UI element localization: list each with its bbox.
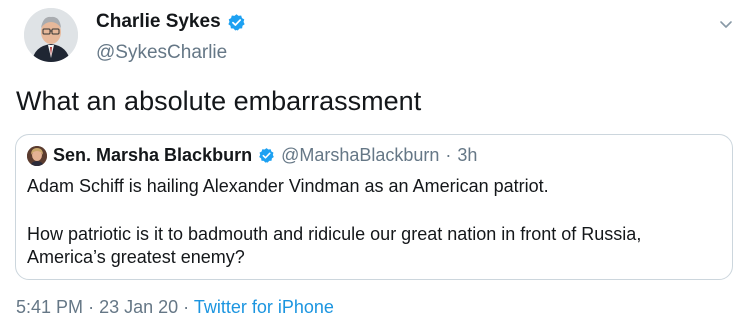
author-handle[interactable]: @SykesCharlie [96, 42, 227, 64]
author-avatar[interactable] [24, 8, 78, 62]
tweet-text: What an absolute embarrassment [16, 86, 422, 116]
tweet-metadata: 5:41 PM · 23 Jan 20 · Twitter for iPhone [16, 297, 334, 318]
tweet-time[interactable]: 5:41 PM [16, 297, 83, 317]
separator-dot: · [183, 297, 190, 317]
quoted-tweet-text-line: America’s greatest enemy? [27, 247, 245, 267]
verified-badge-icon [258, 147, 275, 164]
quoted-tweet[interactable]: Sen. Marsha Blackburn @MarshaBlackburn ·… [15, 134, 733, 280]
author-name-row: Charlie Sykes [96, 11, 246, 33]
tweet-source-link[interactable]: Twitter for iPhone [194, 297, 334, 317]
quoted-tweet-text-line: How patriotic is it to badmouth and ridi… [27, 224, 642, 244]
quoted-tweet-text-line: Adam Schiff is hailing Alexander Vindman… [27, 176, 549, 196]
quoted-author-display-name: Sen. Marsha Blackburn [53, 145, 253, 165]
tweet-date[interactable]: 23 Jan 20 [99, 297, 178, 317]
author-display-name[interactable]: Charlie Sykes [96, 11, 221, 33]
quoted-tweet-time: 3h [457, 145, 478, 165]
quoted-author-avatar [27, 145, 47, 166]
chevron-down-icon[interactable] [718, 16, 734, 32]
separator-dot: · [88, 297, 95, 317]
quoted-tweet-header: Sen. Marsha Blackburn @MarshaBlackburn ·… [27, 145, 477, 166]
verified-badge-icon [227, 13, 246, 32]
quoted-author-handle: @MarshaBlackburn [281, 145, 440, 165]
tweet: Charlie Sykes @SykesCharlie What an abso… [0, 0, 754, 328]
separator-dot: · [445, 145, 452, 165]
